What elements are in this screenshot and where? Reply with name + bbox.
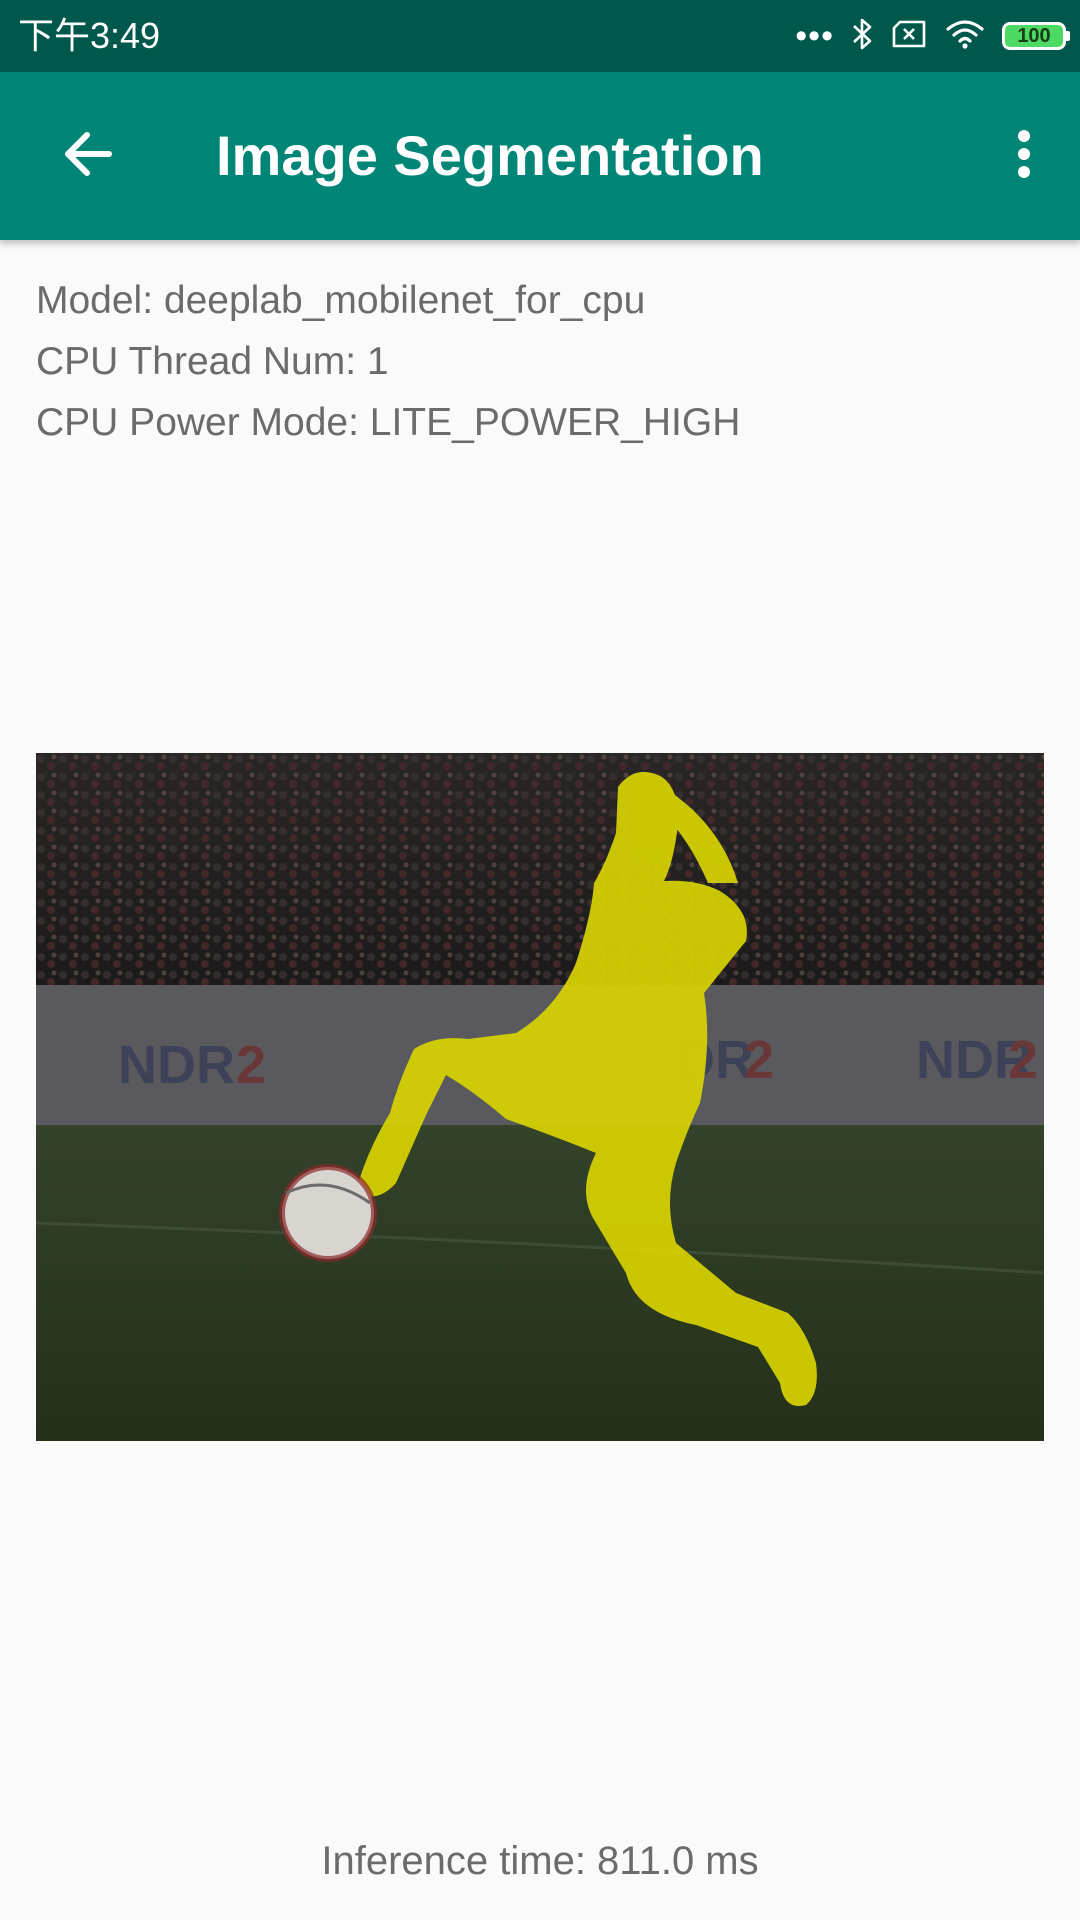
battery-level: 100: [1017, 25, 1051, 47]
status-time: 下午3:49: [18, 15, 161, 56]
cpu-power-mode: CPU Power Mode: LITE_POWER_HIGH: [36, 401, 741, 444]
sim-error-icon: [892, 20, 928, 53]
back-button[interactable]: [40, 108, 136, 204]
svg-text:2: 2: [236, 1035, 266, 1095]
model-info: Model: deeplab_mobilenet_for_cpu CPU Thr…: [36, 270, 1036, 453]
svg-text:NDR: NDR: [118, 1035, 235, 1095]
overflow-menu-button[interactable]: [988, 108, 1060, 204]
model-name: Model: deeplab_mobilenet_for_cpu: [36, 279, 646, 322]
battery-icon: 100: [1002, 22, 1070, 50]
svg-text:2: 2: [1008, 1030, 1038, 1090]
svg-text:2: 2: [744, 1030, 774, 1090]
page-title: Image Segmentation: [216, 124, 764, 187]
status-dots: •••: [795, 17, 834, 55]
bluetooth-icon: [852, 17, 874, 56]
pitch: [36, 1125, 1044, 1441]
segmentation-photo: NDR 2 NDR 2 DR 2: [36, 753, 1044, 1441]
status-bar: 下午3:49 ••• 100: [0, 0, 1080, 72]
segmentation-result-image: NDR 2 NDR 2 DR 2: [36, 753, 1044, 1441]
inference-time: Inference time: 811.0 ms: [321, 1839, 759, 1883]
arrow-back-icon: [63, 131, 113, 182]
status-icons: ••• 100: [795, 16, 1070, 56]
cpu-thread-num: CPU Thread Num: 1: [36, 340, 389, 383]
app-bar: Image Segmentation: [0, 72, 1080, 240]
wifi-icon: [946, 19, 984, 54]
more-vert-icon: [1017, 129, 1031, 184]
